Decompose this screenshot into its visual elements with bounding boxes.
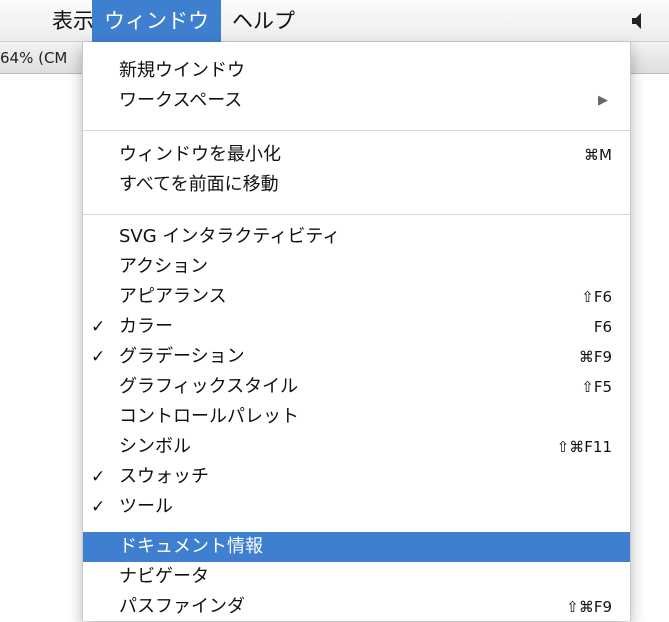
menu-item-shortcut: ⌘M [584,146,612,164]
checkmark-icon: ✓ [91,347,106,367]
menu-item-label: 新規ウインドウ [119,60,245,81]
menu-separator [83,214,630,215]
menu-item-label: ワークスペース [119,90,243,111]
checkmark-icon: ✓ [91,467,106,487]
checkmark-icon: ✓ [91,497,106,517]
menu-item-tools[interactable]: ✓ ツール [83,492,630,522]
document-zoom-label: 64% (CM [0,49,68,67]
menu-item-swatches[interactable]: ✓ スウォッチ [83,462,630,492]
menu-item-label: シンボル [119,436,191,457]
menu-item-label: ツール [119,496,173,517]
menu-bar: 表示 ウィンドウ ヘルプ [0,0,669,42]
menu-item-new-window[interactable]: 新規ウインドウ [83,56,630,86]
submenu-arrow-icon: ▶ [598,93,608,108]
menu-item-gradient[interactable]: ✓ グラデーション ⌘F9 [83,342,630,372]
menu-item-label: スウォッチ [119,466,209,487]
menu-item-appearance[interactable]: アピアランス ⇧F6 [83,282,630,312]
menu-item-document-info[interactable]: ドキュメント情報 [83,532,630,562]
menu-item-label: コントロールパレット [119,406,299,427]
menu-item-symbols[interactable]: シンボル ⇧⌘F11 [83,432,630,462]
menu-item-label: ウィンドウを最小化 [119,144,281,165]
menu-item-control-palette[interactable]: コントロールパレット [83,402,630,432]
menu-item-label: すべてを前面に移動 [119,174,279,195]
menu-item-shortcut: F6 [593,318,612,336]
menu-item-bring-all-to-front[interactable]: すべてを前面に移動 [83,170,630,200]
menu-item-graphic-styles[interactable]: グラフィックスタイル ⇧F5 [83,372,630,402]
menu-item-label: アピアランス [119,286,227,307]
menu-item-minimize-window[interactable]: ウィンドウを最小化 ⌘M [83,140,630,170]
window-menu-dropdown: 新規ウインドウ ワークスペース ▶ ウィンドウを最小化 ⌘M すべてを前面に移動… [82,42,631,621]
menu-item-label: グラデーション [119,346,245,367]
menu-item-workspace[interactable]: ワークスペース ▶ [83,86,630,116]
menu-item-label: ドキュメント情報 [119,536,263,557]
menu-item-label: アクション [119,256,209,277]
menu-item-shortcut: ⇧⌘F11 [556,438,612,456]
menu-item-label: カラー [119,316,173,337]
menu-item-color[interactable]: ✓ カラー F6 [83,312,630,342]
menu-item-shortcut: ⇧⌘F9 [566,598,612,616]
menu-separator [83,130,630,131]
menu-item-shortcut: ⌘F9 [578,348,612,366]
speaker-icon[interactable] [631,12,649,30]
menu-item-label: パスファインダ [119,596,245,617]
menu-item-shortcut: ⇧F6 [581,288,612,306]
menu-item-pathfinder[interactable]: パスファインダ ⇧⌘F9 [83,592,630,622]
checkmark-icon: ✓ [91,317,106,337]
menu-item-label: グラフィックスタイル [119,376,299,397]
menu-item-label: ナビゲータ [119,566,209,587]
menu-item-label: SVG インタラクティビティ [119,226,341,247]
menu-item-svg-interactivity[interactable]: SVG インタラクティビティ [83,222,630,252]
menu-window[interactable]: ウィンドウ [92,0,221,42]
menu-item-actions[interactable]: アクション [83,252,630,282]
menu-item-shortcut: ⇧F5 [581,378,612,396]
menu-item-navigator[interactable]: ナビゲータ [83,562,630,592]
menu-help[interactable]: ヘルプ [220,0,307,42]
